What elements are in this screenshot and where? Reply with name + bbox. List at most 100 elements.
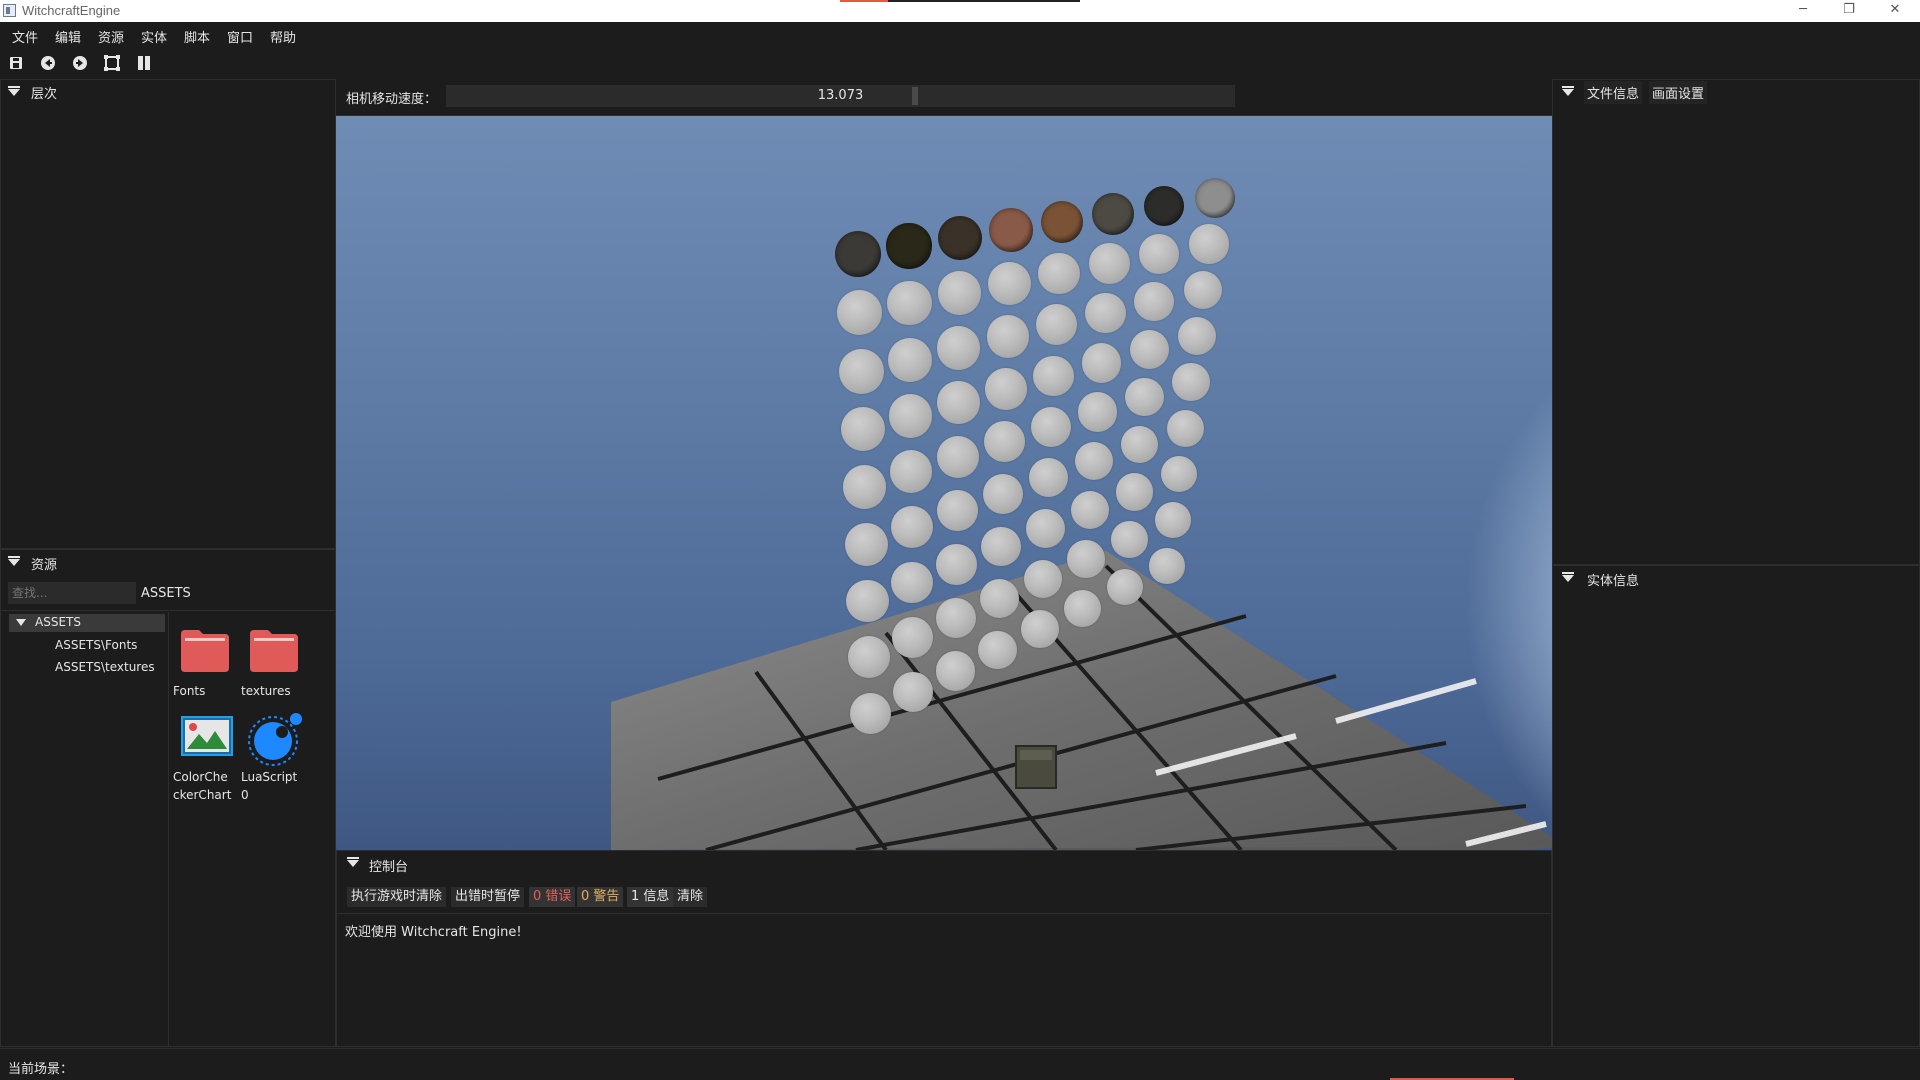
sphere <box>887 280 932 326</box>
sphere <box>888 394 933 438</box>
sphere <box>1021 610 1059 648</box>
sphere <box>1070 491 1110 530</box>
menu-assets[interactable]: 资源 <box>98 27 124 46</box>
camera-speed-slider[interactable]: 13.073 <box>446 85 1235 107</box>
save-icon[interactable] <box>5 52 27 74</box>
lua-script-icon[interactable] <box>246 710 304 766</box>
material-sphere <box>1040 200 1084 244</box>
collapse-icon[interactable] <box>347 860 359 867</box>
sphere <box>935 597 977 639</box>
file-info-panel: 文件信息 画面设置 <box>1552 79 1920 565</box>
sphere <box>937 271 982 315</box>
info-filter-button[interactable]: 1 信息 <box>627 887 674 907</box>
folder-icon[interactable] <box>179 628 231 672</box>
close-button[interactable]: ✕ <box>1872 0 1918 22</box>
material-sphere <box>835 231 881 277</box>
error-filter-button[interactable]: 0 错误 <box>529 887 576 907</box>
pause-icon[interactable] <box>133 52 155 74</box>
sphere <box>1155 502 1191 538</box>
scene-viewport[interactable] <box>336 116 1552 850</box>
sphere <box>1074 441 1114 481</box>
tree-expand-icon[interactable] <box>16 619 26 626</box>
tree-label: ASSETS <box>35 615 81 629</box>
collapse-icon[interactable] <box>8 89 20 96</box>
sphere <box>978 630 1018 670</box>
sphere <box>1177 316 1217 356</box>
sphere <box>842 465 887 509</box>
sphere <box>937 326 981 370</box>
console-toolbar: 执行游戏时清除 出错时暂停 0 错误 0 警告 1 信息 清除 <box>347 887 947 909</box>
collapse-icon[interactable] <box>1562 575 1574 582</box>
redo-icon[interactable] <box>69 52 91 74</box>
status-bar: 当前场景： <box>0 1048 1920 1080</box>
menu-script[interactable]: 脚本 <box>184 27 210 46</box>
sphere <box>1106 569 1143 606</box>
tree-item-textures[interactable]: ASSETS\textures <box>55 660 155 674</box>
sphere <box>1081 342 1122 383</box>
fit-view-icon[interactable] <box>101 52 123 74</box>
tree-item-assets[interactable]: ASSETS <box>9 614 165 632</box>
menu-help[interactable]: 帮助 <box>270 27 296 46</box>
window-title: WitchcraftEngine <box>22 3 121 18</box>
hierarchy-panel: 层次 <box>0 79 336 549</box>
collapse-icon[interactable] <box>8 559 20 566</box>
menu-edit[interactable]: 编辑 <box>55 27 81 46</box>
sphere <box>1172 363 1210 401</box>
sphere <box>844 522 888 566</box>
pause-on-error-toggle[interactable]: 出错时暂停 <box>451 887 525 907</box>
file-label-luascript-2: 0 <box>241 788 249 802</box>
tree-item-fonts[interactable]: ASSETS\Fonts <box>55 638 137 652</box>
sphere <box>1129 329 1169 369</box>
sphere <box>979 578 1019 618</box>
sphere <box>1035 304 1078 346</box>
menu-bar: 文件 编辑 资源 实体 脚本 窗口 帮助 <box>0 22 1920 46</box>
tab-file-info[interactable]: 文件信息 <box>1584 81 1643 104</box>
collapse-icon[interactable] <box>1562 89 1574 96</box>
sphere <box>1078 392 1118 432</box>
clear-on-play-toggle[interactable]: 执行游戏时清除 <box>347 887 447 907</box>
sphere <box>1115 473 1154 511</box>
sphere <box>838 348 884 394</box>
sphere <box>985 368 1027 411</box>
sphere <box>1063 589 1101 627</box>
file-label-luascript-1: LuaScript <box>241 770 298 784</box>
divider <box>1 610 335 611</box>
sphere <box>890 506 933 549</box>
collapse-bar-icon <box>1562 572 1574 574</box>
camera-speed-label: 相机移动速度： <box>346 92 438 107</box>
image-file-icon[interactable] <box>181 716 233 756</box>
menu-file[interactable]: 文件 <box>12 27 38 46</box>
sphere <box>889 450 933 494</box>
sphere <box>836 290 883 336</box>
menu-entity[interactable]: 实体 <box>141 27 167 46</box>
collapse-bar-icon <box>1562 86 1574 88</box>
accent-marker <box>840 0 888 2</box>
sphere <box>981 526 1021 567</box>
folder-icon[interactable] <box>248 628 300 672</box>
asset-path: ASSETS <box>141 586 191 601</box>
restore-button[interactable]: ❐ <box>1826 0 1872 22</box>
file-label-fonts: Fonts <box>173 684 206 698</box>
sphere <box>1183 270 1223 310</box>
warning-filter-button[interactable]: 0 警告 <box>577 887 624 907</box>
current-scene-label: 当前场景： <box>8 1062 74 1077</box>
sphere <box>1026 508 1066 548</box>
clear-console-button[interactable]: 清除 <box>673 887 708 907</box>
sphere <box>848 636 891 679</box>
assets-title: 资源 <box>31 558 58 573</box>
menu-window[interactable]: 窗口 <box>227 27 253 46</box>
sphere <box>1023 559 1062 598</box>
minimize-button[interactable]: ─ <box>1780 0 1826 22</box>
sphere <box>1138 233 1180 274</box>
sphere <box>1120 425 1159 464</box>
app-icon <box>3 4 16 17</box>
sphere <box>1125 377 1164 417</box>
tab-render-settings[interactable]: 画面设置 <box>1649 81 1708 104</box>
file-label-textures: textures <box>241 684 291 698</box>
collapse-bar-icon <box>347 857 359 859</box>
undo-icon[interactable] <box>37 52 59 74</box>
divider <box>168 612 169 1046</box>
sphere <box>1028 457 1069 498</box>
console-panel: 控制台 执行游戏时清除 出错时暂停 0 错误 0 警告 1 信息 清除 欢迎使用… <box>336 850 1552 1047</box>
asset-search-input[interactable] <box>8 582 136 604</box>
